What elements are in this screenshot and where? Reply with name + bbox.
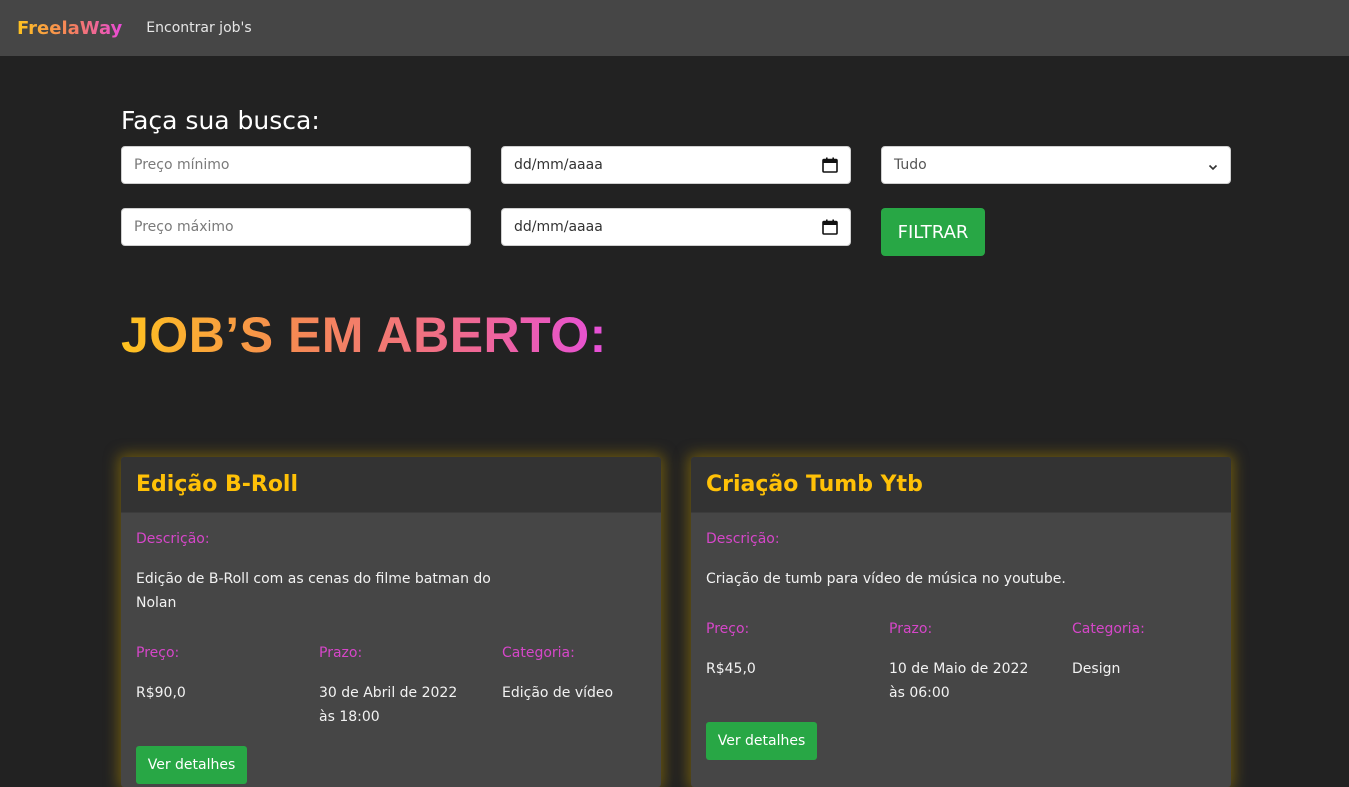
nav-link-find-jobs[interactable]: Encontrar job's [146,20,251,36]
job-card: Criação Tumb Ytb Descrição: Criação de t… [691,457,1231,787]
date-from-value: dd/mm/aaaa [514,157,603,173]
filter-button[interactable]: FILTRAR [881,208,985,256]
date-to-field[interactable]: dd/mm/aaaa [501,208,851,246]
max-price-field[interactable] [121,208,471,246]
job-card-header: Criação Tumb Ytb [691,457,1231,513]
date-to-value: dd/mm/aaaa [514,219,603,235]
brand-logo[interactable]: FreelaWay [17,18,122,39]
category-label: Categoria: [1072,621,1145,637]
calendar-icon[interactable] [822,219,838,235]
job-card: Edição B-Roll Descrição: Edição de B-Rol… [121,457,661,787]
category-value: Edição de vídeo [502,685,614,701]
category-value: Design [1072,661,1121,677]
category-label: Categoria: [502,645,575,661]
category-selected-value: Tudo [894,157,927,173]
deadline-label: Prazo: [319,645,363,661]
chevron-down-icon [1208,160,1218,171]
deadline-label: Prazo: [889,621,933,637]
price-label: Preço: [706,621,750,637]
price-value: R$90,0 [136,685,186,701]
description-label: Descrição: [706,531,780,547]
deadline-value: 30 de Abril de 2022 às 18:00 [319,685,458,725]
view-details-button[interactable]: Ver detalhes [706,722,817,760]
category-select[interactable]: Tudo [881,146,1231,184]
deadline-value: 10 de Maio de 2022 às 06:00 [889,661,1029,701]
min-price-field[interactable] [121,146,471,184]
search-title: Faça sua busca: [121,106,320,135]
max-price-input[interactable] [134,209,458,245]
date-from-field[interactable]: dd/mm/aaaa [501,146,851,184]
job-card-header: Edição B-Roll [121,457,661,513]
price-label: Preço: [136,645,180,661]
job-title: Criação Tumb Ytb [706,472,923,497]
view-details-button[interactable]: Ver detalhes [136,746,247,784]
min-price-input[interactable] [134,147,458,183]
job-title: Edição B-Roll [136,472,299,497]
calendar-icon[interactable] [822,157,838,173]
description-text: Criação de tumb para vídeo de música no … [706,571,1066,587]
description-label: Descrição: [136,531,210,547]
description-text: Edição de B-Roll com as cenas do filme b… [136,571,491,611]
navbar: FreelaWay Encontrar job's [0,0,1349,56]
price-value: R$45,0 [706,661,756,677]
jobs-section-title: JOB’S EM ABERTO: [121,307,607,363]
